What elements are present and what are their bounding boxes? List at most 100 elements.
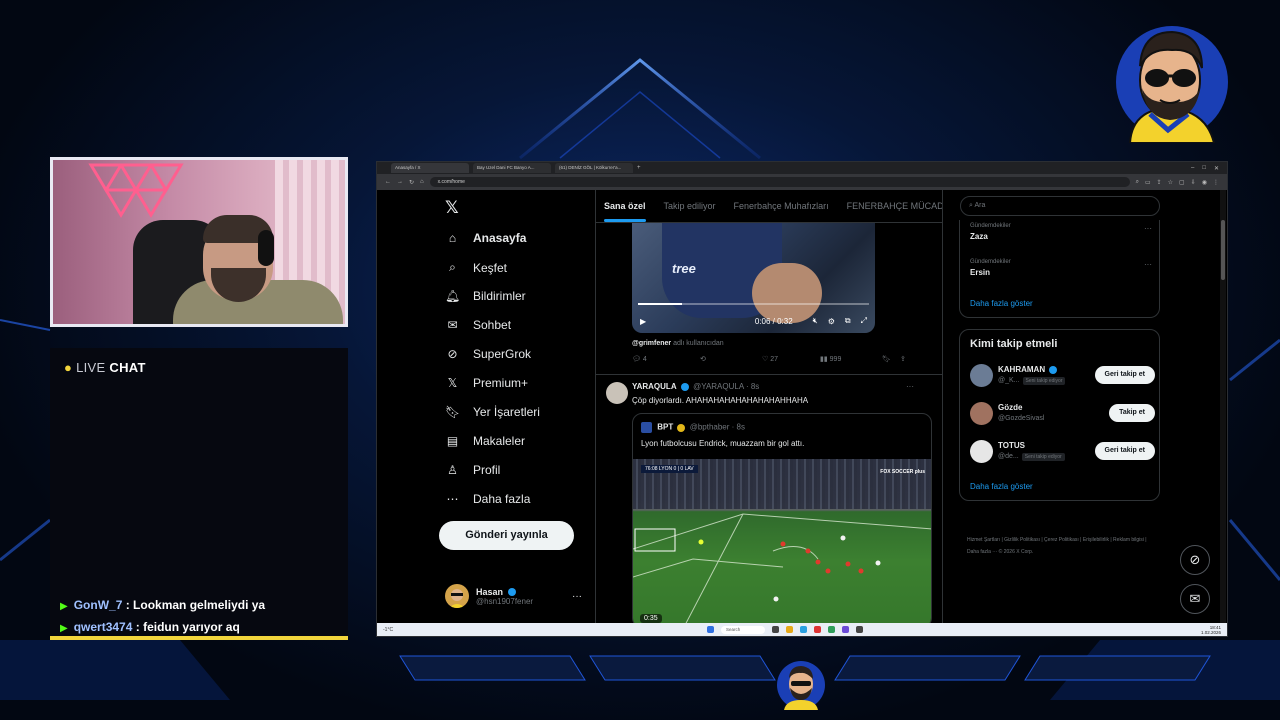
trend-item[interactable]: Gündemdekiler Zaza — [970, 223, 1011, 241]
sidebar-item-chat[interactable]: ✉ Sohbet — [445, 318, 511, 332]
url-field[interactable]: x.com/home — [429, 177, 1130, 187]
avatar[interactable] — [606, 382, 628, 404]
account-more-icon[interactable]: ··· — [572, 591, 582, 602]
video-duration: 0:35 — [640, 614, 662, 623]
avatar[interactable] — [970, 440, 993, 463]
sidebar-item-explore[interactable]: ⌕ Keşfet — [445, 260, 507, 275]
sidebar-item-home[interactable]: ⌂ Anasayfa — [445, 231, 527, 245]
timeline-tabs: Sana özel Takip ediliyor Fenerbahçe Muha… — [596, 190, 942, 223]
browser-tab[interactable]: Bay Uzel Dani FC Banyo A... — [473, 163, 551, 173]
file-explorer-icon[interactable] — [786, 626, 793, 633]
sidebar-item-bookmarks[interactable]: 🔖︎ Yer İşaretleri — [445, 405, 540, 419]
settings-icon[interactable]: ⚙ — [828, 317, 835, 326]
task-view-icon[interactable] — [772, 626, 779, 633]
follow-suggestion: KAHRAMAN @_K... Seni takip ediyor Geri ta… — [970, 363, 1155, 389]
tab-list[interactable]: Fenerbahçe Muhafızları — [734, 201, 829, 211]
back-icon[interactable]: ← — [385, 179, 391, 185]
chrome-icon[interactable] — [828, 626, 835, 633]
chat-text: : feidun yarıyor aq — [135, 620, 240, 634]
discord-icon[interactable] — [842, 626, 849, 633]
home-icon[interactable]: ⌂ — [420, 179, 424, 185]
sidebar-item-supergrok[interactable]: ⊘ SuperGrok — [445, 347, 531, 361]
quote-time: · 8s — [731, 422, 745, 432]
download-icon[interactable]: ⇩ — [1191, 179, 1196, 186]
app-icon[interactable] — [814, 626, 821, 633]
browser-tab[interactable]: Anasayfa / X — [391, 163, 469, 173]
edge-icon[interactable] — [800, 626, 807, 633]
windows-start-icon[interactable] — [707, 626, 714, 633]
search-input[interactable]: ⌕ Ara — [960, 196, 1160, 216]
maximize-icon[interactable]: □ — [1202, 165, 1206, 172]
divider — [596, 374, 942, 375]
share-icon[interactable]: ⇪ — [1157, 179, 1162, 186]
browser-tab[interactable]: (61) DENİZ GÖL | Kölkurrer'a... — [555, 163, 633, 173]
tweet-more-icon[interactable]: ··· — [906, 382, 914, 391]
quoted-tweet[interactable]: BPT @bpthaber · 8s Lyon futbolcusu Endri… — [632, 413, 932, 624]
minimize-icon[interactable]: – — [1191, 165, 1194, 172]
x-logo-icon[interactable]: 𝕏 — [445, 198, 459, 218]
match-video[interactable]: 76:08 LYON 0 | 0 LAV FOX SOCCER plus 0:3… — [633, 459, 931, 624]
repost-button[interactable]: ⟲ — [700, 355, 762, 363]
quote-author-name: BPT — [657, 422, 674, 432]
live-chat-title: ● LIVE CHAT — [64, 360, 146, 375]
grok-fab-icon[interactable]: ⊘ — [1180, 545, 1210, 575]
tweet-author-name[interactable]: YARAQULA — [632, 382, 677, 391]
taskbar-search[interactable]: Search — [721, 625, 765, 634]
browser-window: Anasayfa / X Bay Uzel Dani FC Banyo A...… — [376, 161, 1228, 637]
share-icon[interactable]: ⇪ — [900, 355, 906, 363]
avatar[interactable] — [970, 364, 993, 387]
star-icon[interactable]: ☆ — [1168, 179, 1173, 186]
sidebar-item-notifications[interactable]: 🔔︎ Bildirimler — [445, 289, 526, 303]
follow-back-button[interactable]: Geri takip et — [1094, 442, 1155, 460]
show-more-link[interactable]: Daha fazla göster — [970, 482, 1033, 491]
pip-icon[interactable]: ⧉ — [845, 316, 851, 326]
scrollbar[interactable] — [1220, 190, 1226, 624]
weather-widget[interactable]: -1°C — [383, 627, 393, 633]
fullscreen-icon[interactable]: ⤢ — [861, 316, 867, 326]
show-more-link[interactable]: Daha fazla göster — [970, 299, 1033, 308]
post-button[interactable]: Gönderi yayınla — [439, 521, 574, 550]
sidebar-item-profile[interactable]: ♙ Profil — [445, 463, 500, 477]
tab-list[interactable]: FENERBAHÇE MÜCADELE — [847, 201, 942, 211]
taskbar-clock[interactable]: 18:41 1.02.2026 — [1201, 625, 1221, 635]
verified-icon — [680, 382, 689, 391]
close-icon[interactable]: ✕ — [1214, 165, 1219, 172]
sidebar-item-articles[interactable]: ▤ Makaleler — [445, 434, 525, 448]
windows-taskbar: -1°C Search 18:41 1.02.2026 — [377, 623, 1227, 636]
avatar — [445, 584, 469, 608]
messages-fab-icon[interactable]: ✉ — [1180, 584, 1210, 614]
trend-more-icon[interactable]: ··· — [1144, 224, 1152, 233]
extensions-icon[interactable]: ▢ — [1179, 179, 1185, 186]
reload-icon[interactable]: ↻ — [409, 179, 414, 186]
like-button[interactable]: ♡ 27 — [762, 355, 820, 363]
follow-button[interactable]: Takip et — [1109, 404, 1155, 422]
trend-more-icon[interactable]: ··· — [1144, 260, 1152, 269]
account-switcher[interactable]: Hasan @hsn1907fener — [445, 584, 533, 608]
footer-links[interactable]: Hizmet Şartları | Gizlilik Politikası | … — [967, 534, 1157, 558]
menu-icon[interactable]: ⋮ — [1213, 179, 1219, 186]
trend-item[interactable]: Gündemdekiler Ersin — [970, 259, 1011, 277]
sidebar-item-premium[interactable]: 𝕏 Premium+ — [445, 376, 528, 390]
forward-icon[interactable]: → — [397, 179, 403, 185]
mute-icon[interactable]: 🔇︎ — [813, 316, 818, 326]
video-progress-bar[interactable] — [638, 303, 869, 305]
tab-following[interactable]: Takip ediliyor — [664, 201, 716, 211]
more-circle-icon: ⋯ — [446, 492, 459, 506]
views-button[interactable]: ▮▮ 999 — [820, 355, 882, 363]
obs-icon[interactable] — [856, 626, 863, 633]
x-icon: 𝕏 — [447, 376, 458, 390]
bookmark-icon[interactable]: 🔖︎ — [882, 355, 900, 363]
video-player[interactable]: tree ▶ 0:06 / 0:32 🔇︎ ⚙ ⧉ ⤢ — [632, 223, 875, 333]
cast-icon[interactable]: ▭ — [1145, 179, 1151, 186]
zoom-icon[interactable]: ⌕ — [1136, 179, 1139, 186]
avatar[interactable] — [970, 402, 993, 425]
sidebar-item-more[interactable]: ⋯ Daha fazla — [445, 492, 531, 506]
tweet-author-handle[interactable]: @YARAQULA — [693, 382, 744, 391]
play-icon[interactable]: ▶ — [640, 317, 646, 326]
follow-back-button[interactable]: Geri takip et — [1094, 366, 1155, 384]
tab-for-you[interactable]: Sana özel — [604, 201, 646, 222]
new-tab-icon[interactable]: + — [637, 165, 641, 171]
profile-icon[interactable]: ◉ — [1202, 179, 1207, 186]
attribution-user-link[interactable]: @grimfener — [632, 340, 671, 347]
reply-button[interactable]: 💬︎ 4 — [632, 355, 700, 363]
